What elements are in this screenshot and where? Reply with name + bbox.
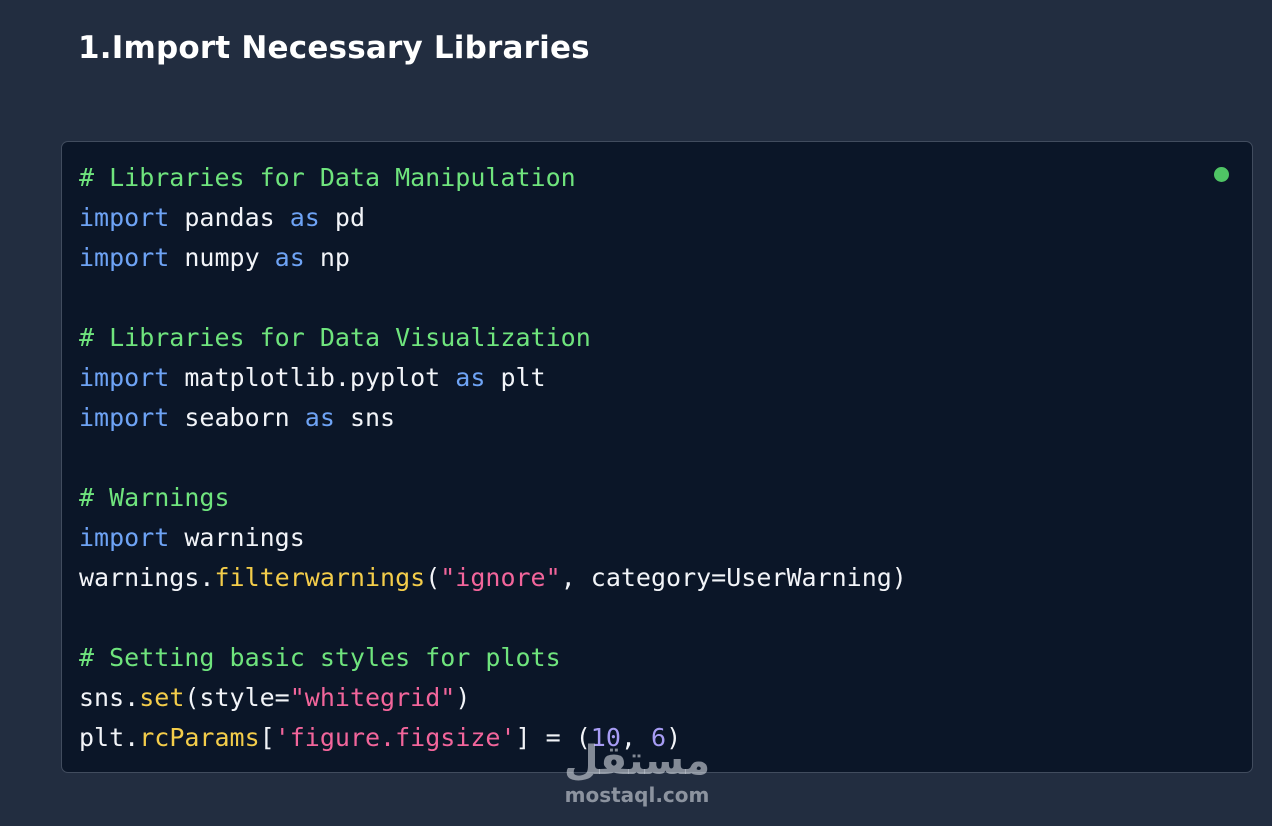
code-line: warnings.filterwarnings("ignore", catego… [79, 558, 907, 598]
section-heading: 1.Import Necessary Libraries [78, 30, 590, 66]
code-token-kw: as [455, 363, 486, 392]
code-token-kw: import [79, 403, 170, 432]
code-token-plain: seaborn [169, 403, 305, 432]
code-token-plain: matplotlib.pyplot [169, 363, 456, 392]
code-token-plain: pd [319, 203, 365, 232]
code-token-kw: as [289, 203, 320, 232]
code-token-comment: # Warnings [79, 483, 230, 512]
code-token-fn: rcParams [139, 723, 260, 752]
code-line: plt.rcParams['figure.figsize'] = (10, 6) [79, 718, 907, 758]
code-token-plain: warnings [169, 523, 305, 552]
code-token-plain: sns [334, 403, 396, 432]
code-token-plain: plt [485, 363, 546, 392]
code-token-plain: sns. [79, 683, 140, 712]
code-token-plain: numpy [169, 243, 275, 272]
code-token-kw: import [79, 363, 170, 392]
code-token-plain: warnings. [79, 563, 215, 592]
code-token-fn: set [139, 683, 185, 712]
code-line: # Libraries for Data Manipulation [79, 158, 907, 198]
watermark-domain: mostaql.com [564, 783, 710, 807]
code-token-comment: # Libraries for Data Manipulation [79, 163, 576, 192]
code-line: import numpy as np [79, 238, 907, 278]
code-token-kw: as [304, 403, 335, 432]
code-line: import seaborn as sns [79, 398, 907, 438]
code-token-plain: plt. [79, 723, 140, 752]
code-line: # Warnings [79, 478, 907, 518]
code-cell[interactable]: # Libraries for Data Manipulation import … [61, 141, 1253, 773]
code-line: import warnings [79, 518, 907, 558]
code-token-kw: import [79, 243, 170, 272]
code-token-str: "ignore" [440, 563, 561, 592]
code-token-str: "whitegrid" [289, 683, 456, 712]
code-token-plain: , category=UserWarning) [560, 563, 907, 592]
code-line: import matplotlib.pyplot as plt [79, 358, 907, 398]
code-token-plain: [ [259, 723, 275, 752]
code-token-plain: pandas [169, 203, 290, 232]
code-token-kw: as [274, 243, 305, 272]
code-token-plain: np [304, 243, 350, 272]
code-token-str: 'figure.figsize' [274, 723, 516, 752]
code-line: # Setting basic styles for plots [79, 638, 907, 678]
code-token-plain: ( [425, 563, 441, 592]
watermark: مستقل mostaql.com [552, 740, 722, 806]
status-indicator-icon [1214, 167, 1229, 182]
code-line: import pandas as pd [79, 198, 907, 238]
code-token-comment: # Setting basic styles for plots [79, 643, 561, 672]
code-block: # Libraries for Data Manipulation import … [79, 158, 907, 758]
code-token-fn: filterwarnings [214, 563, 426, 592]
code-token-comment: # Libraries for Data Visualization [79, 323, 591, 352]
code-token-plain: (style= [184, 683, 290, 712]
code-token-kw: import [79, 523, 170, 552]
code-token-kw: import [79, 203, 170, 232]
code-token-plain: ) [455, 683, 471, 712]
watermark-logo: مستقل [563, 738, 711, 784]
code-line: sns.set(style="whitegrid") [79, 678, 907, 718]
code-line: # Libraries for Data Visualization [79, 318, 907, 358]
